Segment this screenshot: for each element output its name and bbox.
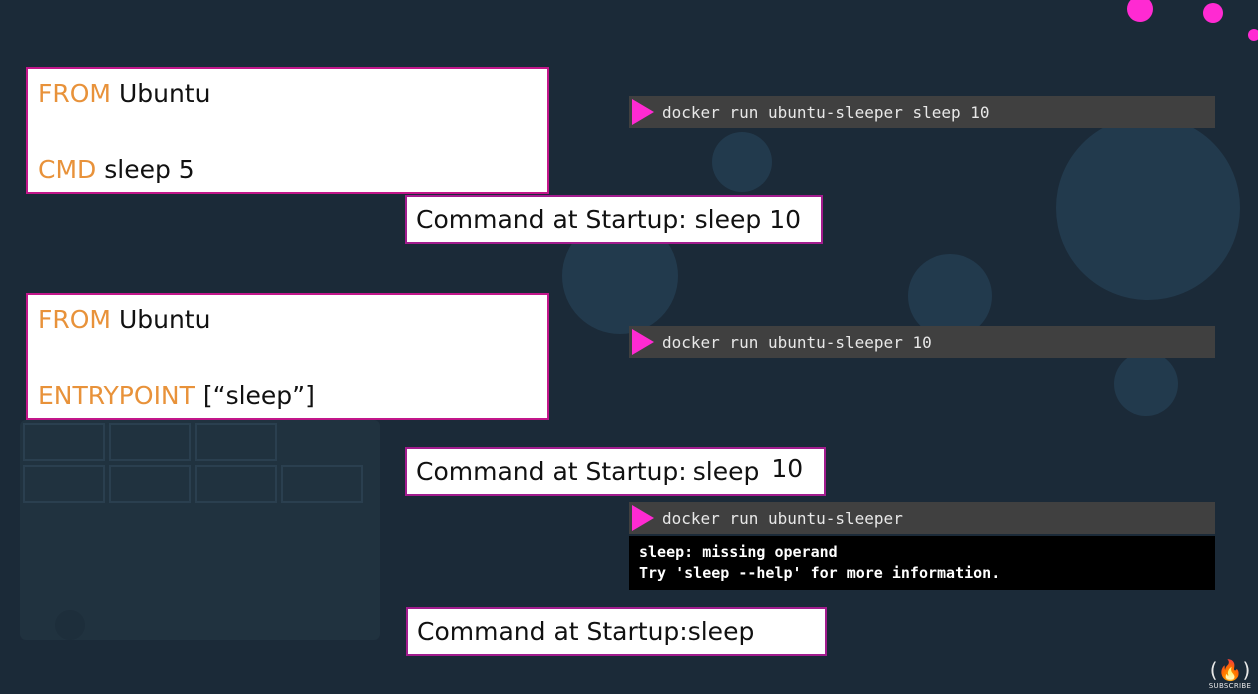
- play-icon: [632, 329, 654, 355]
- dockerfile-line: FROM Ubuntu: [38, 79, 210, 108]
- dockerfile-line: FROM Ubuntu: [38, 305, 210, 334]
- subscribe-watermark[interactable]: (🔥) SUBSCRIBE: [1208, 658, 1252, 690]
- startup-command-label: Command at Startup: sleep 10: [405, 195, 823, 244]
- dockerfile-entrypoint-box: FROM Ubuntu ENTRYPOINT [“sleep”]: [26, 293, 549, 420]
- startup-text: Command at Startup:: [416, 457, 687, 486]
- terminal-command-bar: docker run ubuntu-sleeper 10: [629, 326, 1215, 358]
- startup-entrypoint: sleep: [692, 457, 760, 486]
- subscribe-label: SUBSCRIBE: [1208, 682, 1252, 690]
- pink-dot: [1127, 0, 1153, 22]
- startup-text: Command at Startup: sleep 10: [416, 205, 802, 234]
- freecodecamp-flame-icon: (🔥): [1209, 658, 1251, 682]
- dockerfile-line: CMD sleep 5: [38, 155, 195, 184]
- startup-text: Command at Startup:sleep: [417, 617, 755, 646]
- terminal-command: docker run ubuntu-sleeper: [662, 508, 903, 528]
- output-line: sleep: missing operand: [639, 543, 838, 561]
- dockerfile-line: ENTRYPOINT [“sleep”]: [38, 381, 315, 410]
- dockerfile-keyword: FROM: [38, 79, 111, 108]
- dockerfile-cmd-box: FROM Ubuntu CMD sleep 5: [26, 67, 549, 194]
- startup-argument: 10: [771, 454, 804, 483]
- dockerfile-arg: Ubuntu: [111, 305, 211, 334]
- startup-command-label: Command at Startup:sleep: [406, 607, 827, 656]
- terminal-output: sleep: missing operand Try 'sleep --help…: [629, 536, 1215, 590]
- dockerfile-keyword: FROM: [38, 305, 111, 334]
- play-icon: [632, 99, 654, 125]
- dockerfile-arg: [“sleep”]: [194, 381, 315, 410]
- output-line: Try 'sleep --help' for more information.: [639, 564, 1001, 582]
- dockerfile-keyword: ENTRYPOINT: [38, 381, 195, 410]
- startup-command-label: Command at Startup: sleep 10: [405, 447, 826, 496]
- terminal-command: docker run ubuntu-sleeper sleep 10: [662, 102, 990, 122]
- dockerfile-arg: sleep 5: [96, 155, 195, 184]
- dockerfile-arg: Ubuntu: [111, 79, 211, 108]
- terminal-command-bar: docker run ubuntu-sleeper sleep 10: [629, 96, 1215, 128]
- play-icon: [632, 505, 654, 531]
- dockerfile-keyword: CMD: [38, 155, 97, 184]
- terminal-command: docker run ubuntu-sleeper 10: [662, 332, 932, 352]
- terminal-command-bar: docker run ubuntu-sleeper: [629, 502, 1215, 534]
